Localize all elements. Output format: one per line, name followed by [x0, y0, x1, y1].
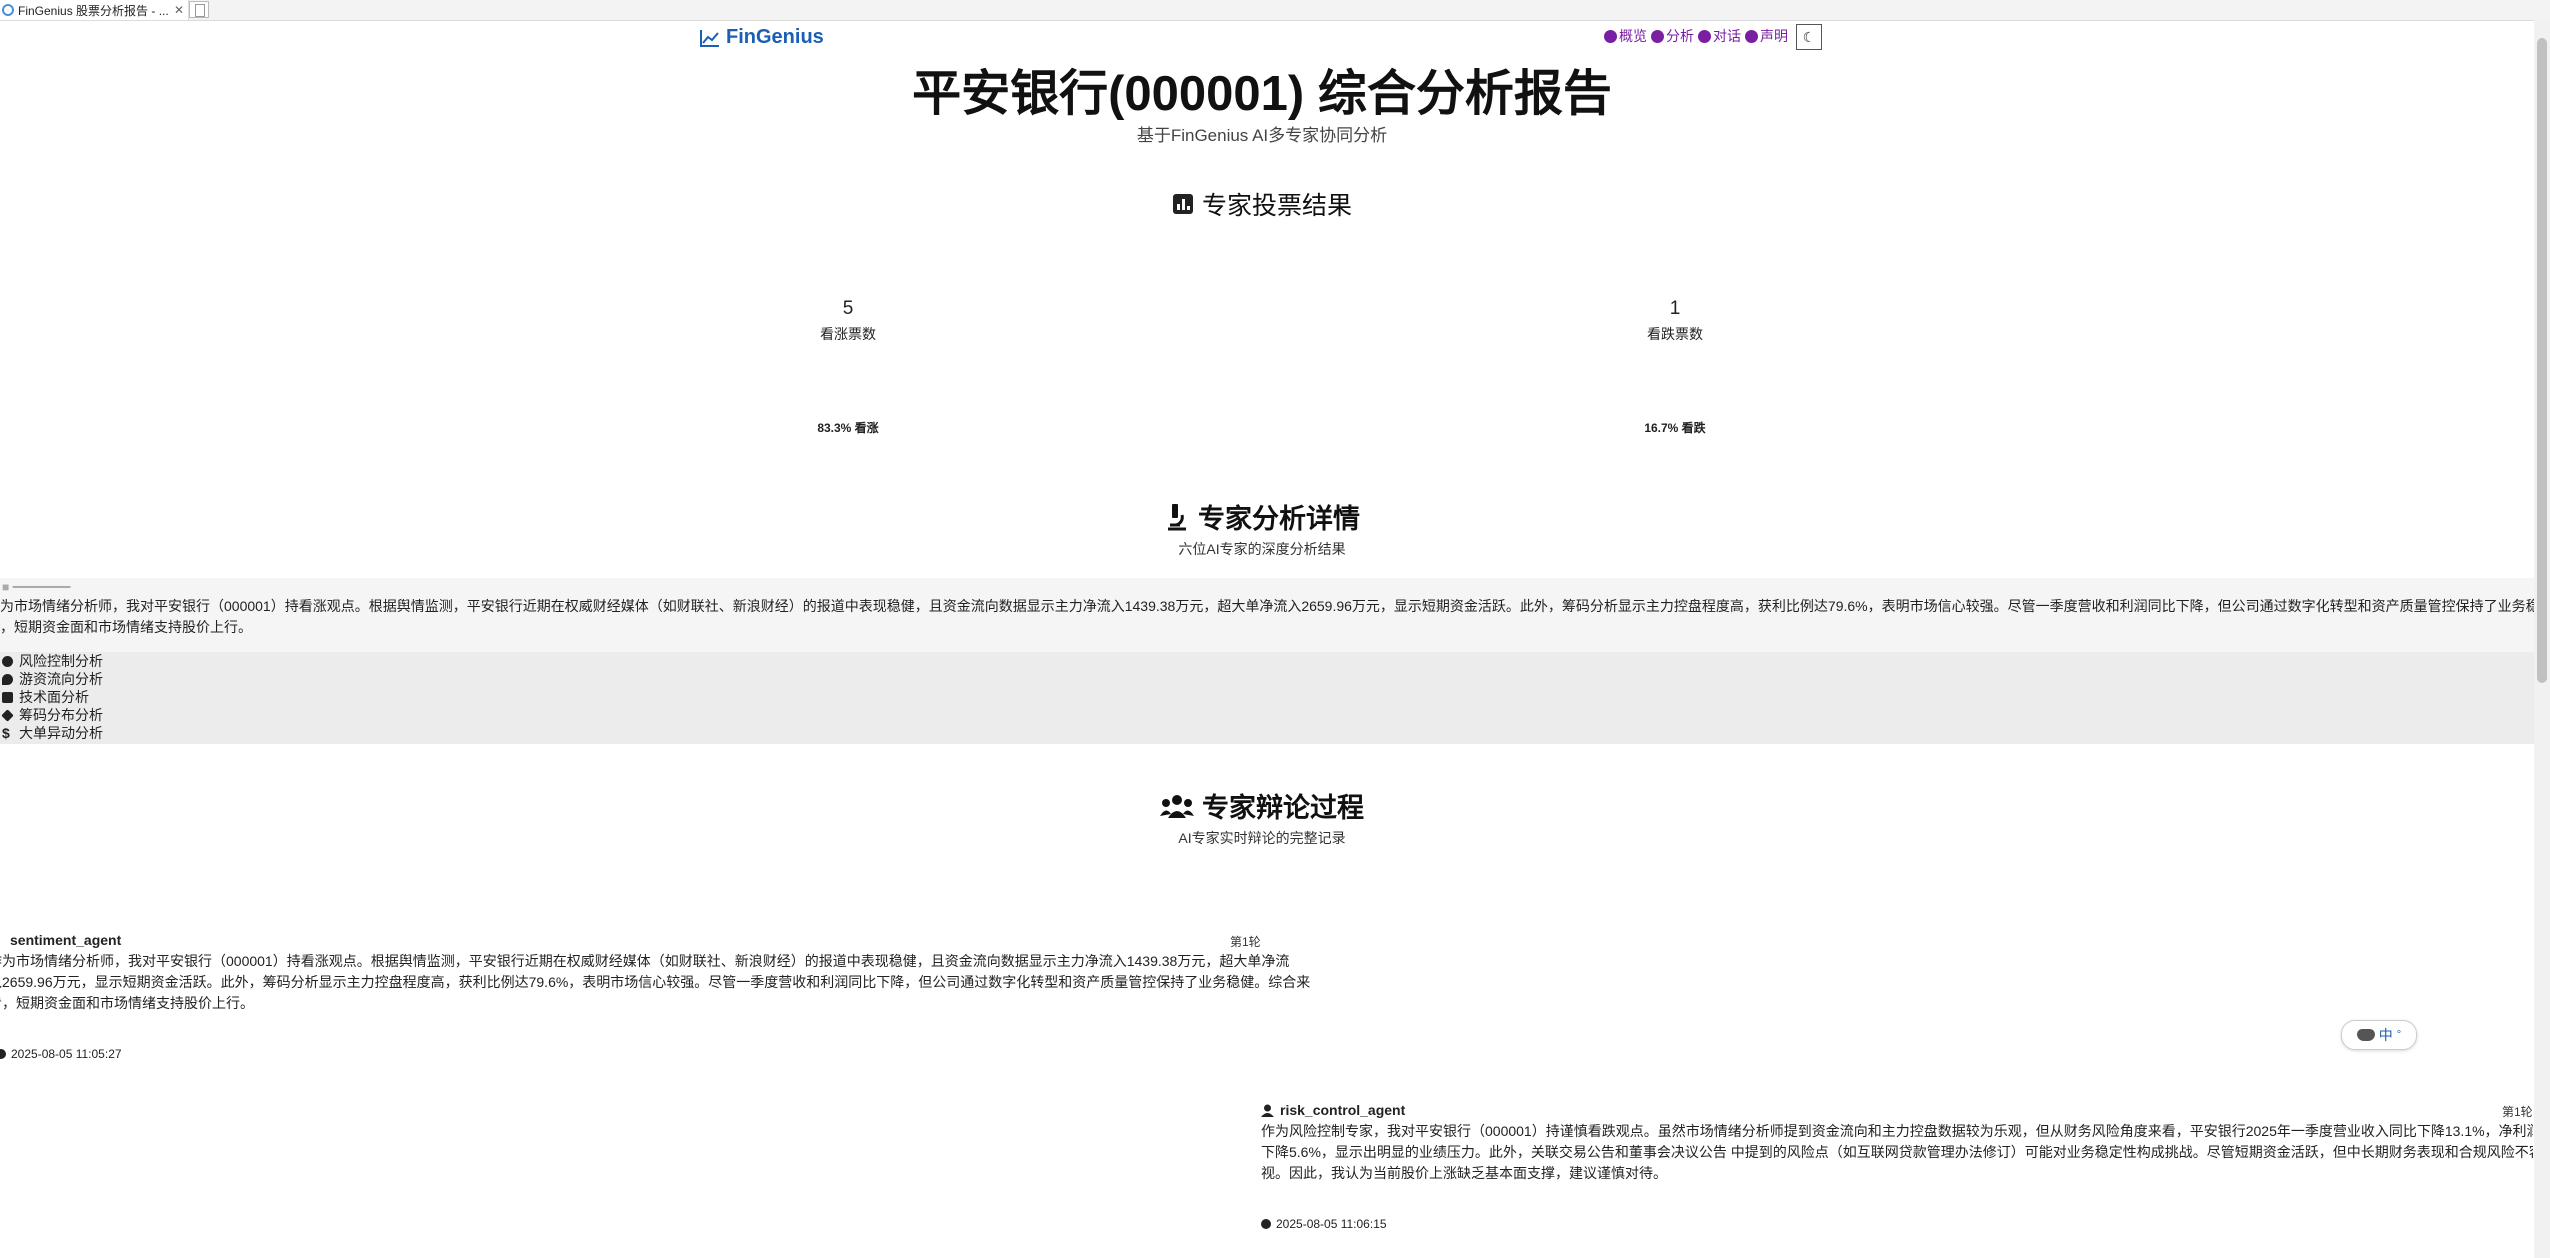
- nav-label: 声明: [1760, 28, 1788, 44]
- bull-label: 看涨票数: [820, 326, 876, 342]
- debate-message: sentiment_agent 作为市场情绪分析师，我对平安银行（000001）…: [0, 930, 1311, 1014]
- message-line: 作为市场情绪分析师，我对平安银行（000001）持看涨观点。根据舆情监测，平安银…: [0, 953, 1290, 969]
- nav-chat[interactable]: 对话: [1698, 26, 1741, 46]
- tab-hot-money[interactable]: 游资流向分析: [0, 670, 2534, 688]
- tab-title: FinGenius 股票分析报告 - ...: [18, 3, 169, 18]
- dollar-icon: $: [2, 725, 10, 741]
- browser-tab[interactable]: FinGenius 股票分析报告 - ... ✕: [0, 0, 189, 20]
- page-subtitle: 基于FinGenius AI多专家协同分析: [1136, 126, 1388, 145]
- details-subheading: 六位AI专家的深度分析结果: [1178, 541, 1346, 557]
- flask-icon: [1651, 29, 1664, 43]
- cat-icon: [2356, 1029, 2375, 1041]
- votes-heading: 专家投票结果: [0, 186, 2524, 222]
- shield-icon: [2, 655, 13, 667]
- timestamp-text: 2025-08-05 11:05:27: [11, 1047, 122, 1061]
- debate-heading-text: 专家辩论过程: [1202, 793, 1364, 823]
- info-icon: [1745, 29, 1758, 43]
- debate-message: risk_control_agent 作为风险控制专家，我对平安银行（00000…: [1261, 1100, 2533, 1184]
- bear-percentage: 16.7% 看跌: [1644, 421, 1706, 435]
- browser-tab-bar: FinGenius 股票分析报告 - ... ✕: [0, 0, 2550, 21]
- message-line: 入2659.96万元，显示短期资金活跃。此外，筹码分析显示主力控盘程度高，获利比…: [0, 974, 1311, 990]
- agent-name-text: sentiment_agent: [10, 932, 122, 948]
- user-icon: [1261, 1104, 1274, 1117]
- bar-chart-icon: [1172, 194, 1193, 214]
- tab-big-order[interactable]: $ 大单异动分析: [0, 724, 2534, 742]
- debate-subheading: AI专家实时辩论的完整记录: [1178, 830, 1346, 846]
- active-agent-header: ■ ━━━━━━━━: [2, 580, 71, 594]
- nav-analysis[interactable]: 分析: [1651, 26, 1694, 46]
- agent-name: sentiment_agent: [10, 930, 1262, 951]
- language-label: 中: [2378, 1027, 2393, 1043]
- tab-risk-control[interactable]: 风险控制分析: [0, 652, 2534, 670]
- votes-heading-text: 专家投票结果: [1201, 192, 1352, 220]
- message-line: 视。因此，我认为当前股价上涨缺乏基本面支撑，建议谨慎对待。: [1261, 1165, 1667, 1181]
- users-icon: [1160, 794, 1194, 818]
- microscope-icon: [1168, 503, 1186, 530]
- bear-count: 1: [1669, 298, 1681, 319]
- layers-icon: [1, 708, 14, 722]
- message-timestamp: 2025-08-05 11:05:27: [0, 1047, 122, 1061]
- round-label: 第1轮: [1230, 935, 1261, 949]
- nav-label: 对话: [1713, 28, 1741, 44]
- round-label: 第1轮: [2502, 1105, 2533, 1119]
- nav-disclaimer[interactable]: 声明: [1745, 26, 1788, 46]
- scrollbar-thumb[interactable]: [2537, 38, 2547, 683]
- timestamp-text: 2025-08-05 11:06:15: [1276, 1217, 1387, 1231]
- bear-vote-card: 1 看跌票数: [1575, 298, 1775, 344]
- clock-icon: [1261, 1219, 1271, 1229]
- tab-label: 筹码分布分析: [19, 707, 103, 723]
- message-line: 作为风险控制专家，我对平安银行（000001）持谨慎看跌观点。虽然市场情绪分析师…: [1261, 1123, 2533, 1139]
- nav-label: 概览: [1619, 28, 1647, 44]
- page-scrollbar[interactable]: [2534, 20, 2550, 1258]
- analysis-line: ，短期资金面和市场情绪支持股价上行。: [0, 619, 252, 635]
- details-heading: 专家分析详情: [0, 497, 2524, 536]
- agent-name-text: risk_control_agent: [1280, 1102, 1406, 1118]
- language-switch-button[interactable]: 中 °: [2341, 1020, 2417, 1050]
- flame-icon: [2, 673, 13, 685]
- bull-percentage: 83.3% 看涨: [817, 421, 879, 435]
- analysis-line: 为市场情绪分析师，我对平安银行（000001）持看涨观点。根据舆情监测，平安银行…: [0, 598, 2534, 614]
- message-line: 下降5.6%，显示出明显的业绩压力。此外，关联交易公告和董事会决议公告 中提到的…: [1261, 1144, 2533, 1160]
- pie-chart-icon: [1604, 29, 1617, 43]
- analysis-tab-list: 风险控制分析 游资流向分析 技术面分析 筹码分布分析 $ 大单异动分析: [0, 652, 2534, 744]
- brand-name: FinGenius: [726, 26, 824, 48]
- tab-technical[interactable]: 技术面分析: [0, 688, 2534, 706]
- message-line: 看，短期资金面和市场情绪支持股价上行。: [0, 995, 254, 1011]
- moon-icon: ☾: [1802, 28, 1816, 45]
- brand-logo[interactable]: FinGenius: [700, 26, 824, 49]
- translate-icon: °: [2396, 1029, 2402, 1041]
- close-icon[interactable]: ✕: [174, 3, 184, 17]
- top-nav: 概览 分析 对话 声明: [1604, 26, 1788, 46]
- chat-icon: [1698, 29, 1711, 43]
- bull-count: 5: [842, 298, 854, 319]
- tab-label: 游资流向分析: [19, 671, 103, 687]
- bull-vote-card: 5 看涨票数: [748, 298, 948, 344]
- tab-label: 风险控制分析: [19, 653, 103, 669]
- agent-name: risk_control_agent: [1261, 1100, 2533, 1121]
- nav-label: 分析: [1666, 28, 1694, 44]
- favicon-icon: [2, 4, 14, 16]
- clock-icon: [0, 1049, 6, 1059]
- tab-chip-distribution[interactable]: 筹码分布分析: [0, 706, 2534, 724]
- chart-line-icon: [700, 29, 719, 47]
- new-tab-button[interactable]: [189, 1, 209, 18]
- theme-toggle-button[interactable]: ☾: [1796, 24, 1822, 50]
- page-title: 平安银行(000001) 综合分析报告: [912, 67, 1612, 121]
- nav-overview[interactable]: 概览: [1604, 26, 1647, 46]
- tab-label: 技术面分析: [19, 689, 89, 705]
- bear-label: 看跌票数: [1647, 326, 1703, 342]
- message-timestamp: 2025-08-05 11:06:15: [1261, 1217, 1387, 1231]
- active-analysis-text: 为市场情绪分析师，我对平安银行（000001）持看涨观点。根据舆情监测，平安银行…: [0, 596, 2534, 638]
- debate-heading: 专家辩论过程: [0, 786, 2524, 825]
- chart-icon: [2, 691, 13, 703]
- tab-label: 大单异动分析: [19, 725, 103, 741]
- details-heading-text: 专家分析详情: [1198, 504, 1360, 534]
